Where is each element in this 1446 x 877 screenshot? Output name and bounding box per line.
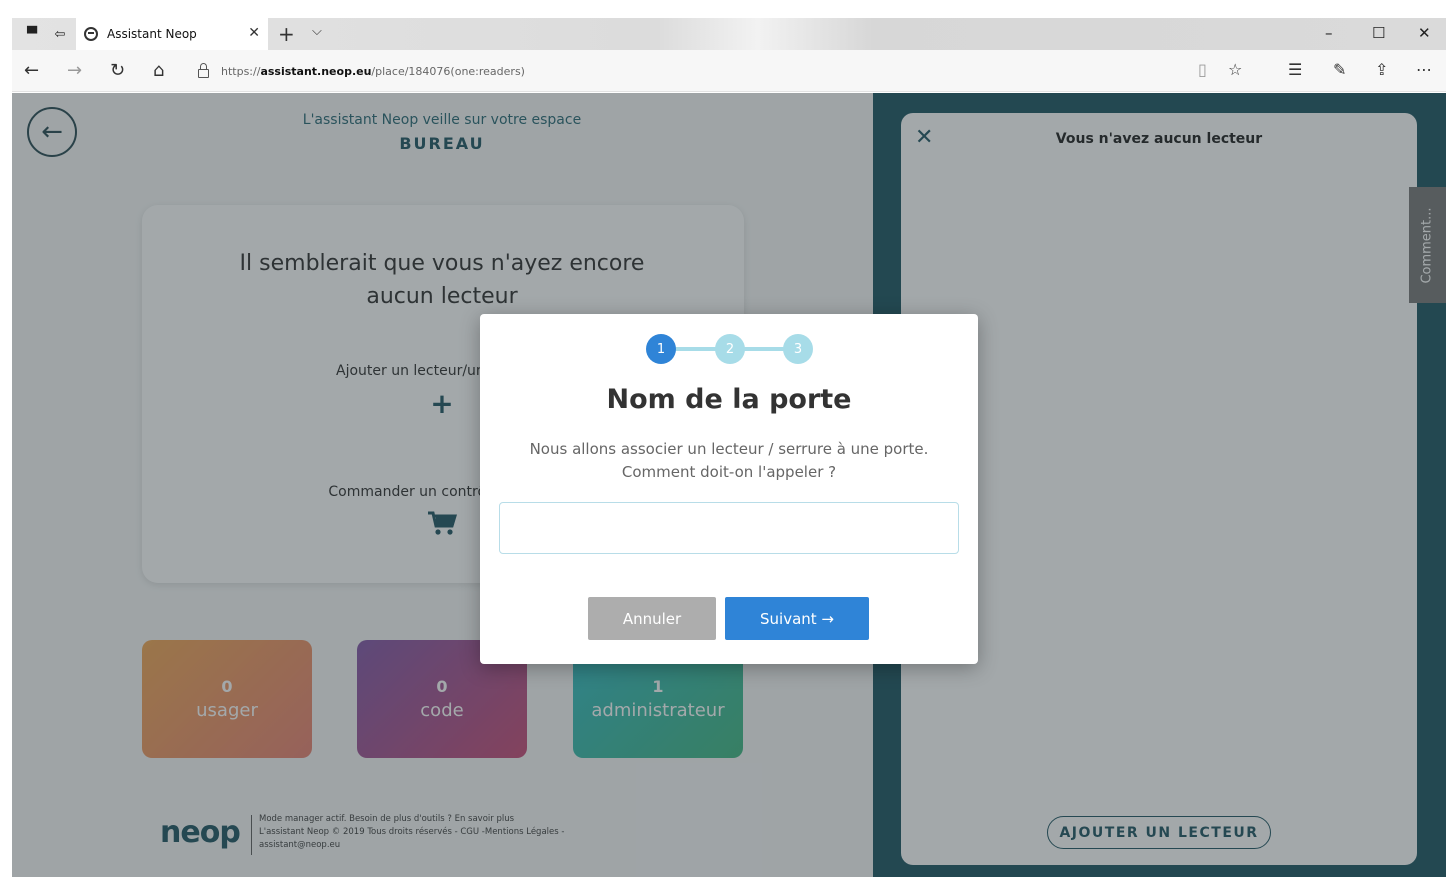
door-name-modal: 1 2 3 Nom de la porte Nous allons associ…	[480, 314, 978, 664]
modal-description-line-1: Nous allons associer un lecteur / serrur…	[529, 440, 929, 458]
close-tab-icon[interactable]: ✕	[248, 25, 260, 41]
forward-arrow-icon[interactable]: →	[67, 60, 82, 81]
stepper: 1 2 3	[646, 334, 814, 364]
reading-view-icon[interactable]: ▯	[1198, 60, 1207, 79]
page-content: ← L'assistant Neop veille sur votre espa…	[12, 93, 1446, 877]
cancel-button[interactable]: Annuler	[588, 597, 716, 640]
back-arrow-icon[interactable]: ←	[24, 60, 39, 81]
modal-description-line-2: Comment doit-on l'appeler ?	[621, 463, 837, 481]
tab-assistant-neop[interactable]: Assistant Neop ✕	[76, 18, 268, 50]
step-connector	[674, 347, 716, 351]
home-icon[interactable]: ⌂	[153, 60, 164, 81]
browser-window: ▀ ⇦ Assistant Neop ✕ + ⌵ – ☐ ✕ ← → ↻ ⌂ h…	[12, 18, 1446, 877]
modal-description: Nous allons associer un lecteur / serrur…	[504, 438, 954, 484]
step-connector	[743, 347, 785, 351]
favorites-list-icon[interactable]: ☰	[1288, 60, 1302, 79]
url-field[interactable]: https://assistant.neop.eu/place/184076(o…	[198, 60, 1238, 82]
url-text: https://assistant.neop.eu/place/184076(o…	[221, 64, 525, 78]
door-name-input[interactable]	[499, 502, 959, 554]
maximize-icon[interactable]: ☐	[1372, 24, 1385, 42]
minimize-icon[interactable]: –	[1325, 24, 1333, 42]
share-icon[interactable]: ⇪	[1375, 60, 1388, 79]
step-3: 3	[783, 334, 813, 364]
tab-actions-icon[interactable]: ▀	[22, 24, 42, 44]
close-window-icon[interactable]: ✕	[1418, 24, 1431, 42]
next-button[interactable]: Suivant →	[725, 597, 869, 640]
more-icon[interactable]: ⋯	[1416, 60, 1432, 79]
tab-list-chevron-icon[interactable]: ⌵	[312, 24, 322, 39]
site-favicon-icon	[84, 27, 98, 41]
address-bar: ← → ↻ ⌂ https://assistant.neop.eu/place/…	[12, 50, 1446, 92]
new-tab-icon[interactable]: +	[278, 22, 295, 46]
pen-icon[interactable]: ✎	[1333, 60, 1346, 79]
step-2: 2	[715, 334, 745, 364]
favorite-star-icon[interactable]: ☆	[1228, 60, 1242, 79]
set-aside-tabs-icon[interactable]: ⇦	[50, 24, 70, 44]
tab-title: Assistant Neop	[107, 27, 197, 41]
refresh-icon[interactable]: ↻	[110, 60, 125, 81]
step-1: 1	[646, 334, 676, 364]
lock-icon	[198, 62, 209, 78]
modal-title: Nom de la porte	[606, 384, 852, 415]
tab-bar: ▀ ⇦ Assistant Neop ✕ + ⌵ – ☐ ✕	[12, 18, 1446, 50]
